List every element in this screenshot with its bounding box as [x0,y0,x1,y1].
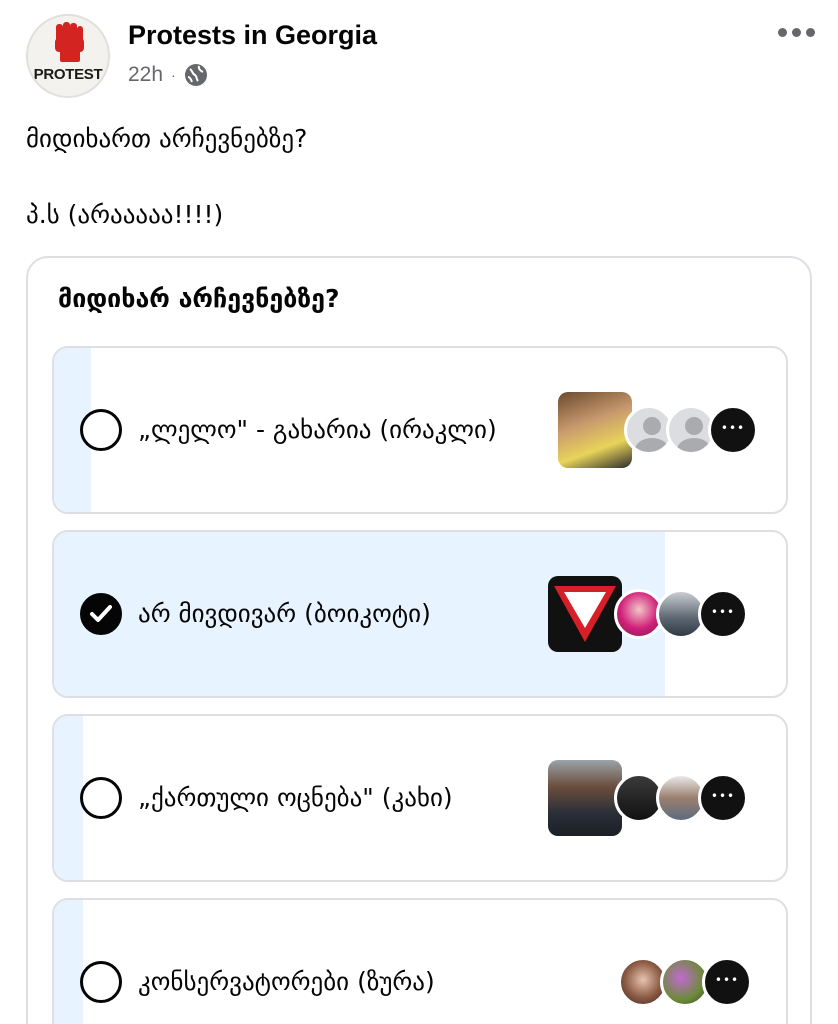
page-name[interactable]: Protests in Georgia [128,20,377,51]
fist-icon [55,22,84,62]
radio-button[interactable] [80,409,122,451]
globe-icon [184,64,207,86]
voter-avatars[interactable] [548,576,748,652]
more-voters-icon [698,589,748,639]
poll-option[interactable]: არ მივდივარ (ბოიკოტი) [52,530,788,698]
poll-option[interactable]: „ქართული ოცნება" (კახი) [52,714,788,882]
poll-option-label: კონსერვატორები (ზურა) [138,967,435,996]
checkmark-icon [90,605,112,622]
poll-option-label: არ მივდივარ (ბოიკოტი) [138,599,431,628]
voter-avatars[interactable] [548,760,748,836]
voter-avatar [558,392,632,468]
vote-fill-bar [54,900,84,1024]
post-header: PROTEST Protests in Georgia 22h · [0,0,838,110]
voter-avatars[interactable] [618,957,752,1007]
radio-button[interactable] [80,777,122,819]
more-options-icon[interactable] [776,22,816,42]
more-voters-icon [702,957,752,1007]
post-text-line: მიდიხართ არჩევნებზე? [26,124,308,153]
yield-sign-icon [554,586,616,642]
logo-text: PROTEST [33,66,103,83]
poll-option[interactable]: კონსერვატორები (ზურა) [52,898,788,1024]
separator-dot: · [171,67,176,83]
poll-question: მიდიხარ არჩევნებზე? [58,284,340,313]
voter-avatar [548,576,622,652]
poll-card: მიდიხარ არჩევნებზე? „ლელო" - გახარია (ირ… [26,256,812,1024]
post-text-line: პ.ს (არააააა!!!!) [26,200,224,229]
more-voters-icon [698,773,748,823]
poll-option-label: „ლელო" - გახარია (ირაკლი) [138,415,497,444]
more-voters-icon [708,405,758,455]
radio-button[interactable] [80,961,122,1003]
poll-option[interactable]: „ლელო" - გახარია (ირაკლი) [52,346,788,514]
post-meta: 22h · [128,60,208,90]
voter-avatars[interactable] [558,392,758,468]
page-avatar[interactable]: PROTEST [26,14,110,98]
vote-fill-bar [54,716,84,880]
voter-avatar [548,760,622,836]
post-time[interactable]: 22h [128,63,163,87]
radio-button-checked[interactable] [80,593,122,635]
poll-option-label: „ქართული ოცნება" (კახი) [138,783,453,812]
